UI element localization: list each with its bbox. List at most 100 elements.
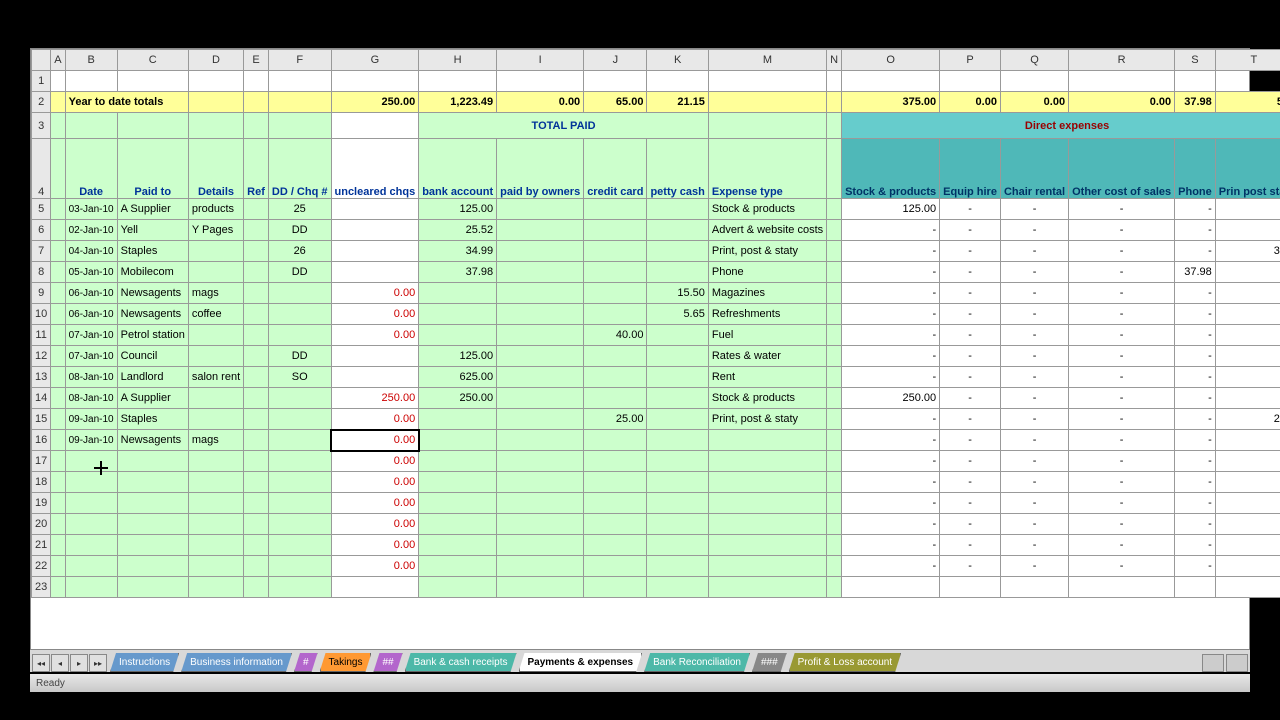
cell-r[interactable]: - (1069, 451, 1175, 472)
cell-bank[interactable] (419, 493, 497, 514)
colhdr[interactable]: C (117, 50, 188, 71)
colhdr[interactable]: K (647, 50, 708, 71)
cell-ref[interactable] (244, 220, 269, 241)
cell-paidto[interactable] (117, 577, 188, 598)
cell-ref[interactable] (244, 409, 269, 430)
cell-o[interactable]: - (842, 451, 940, 472)
rowhdr[interactable]: 1 (32, 71, 51, 92)
cell-owners[interactable] (497, 535, 584, 556)
cell-uncleared[interactable] (331, 220, 419, 241)
cell-dd[interactable]: SO (268, 367, 331, 388)
cell-s[interactable]: - (1175, 493, 1216, 514)
cell-r[interactable]: - (1069, 241, 1175, 262)
cell-paidto[interactable] (117, 472, 188, 493)
cell-owners[interactable] (497, 367, 584, 388)
cell-p[interactable]: - (940, 514, 1001, 535)
cell-details[interactable]: coffee (188, 304, 243, 325)
cell-owners[interactable] (497, 199, 584, 220)
rowhdr[interactable]: 6 (32, 220, 51, 241)
cell-cc[interactable]: 25.00 (584, 409, 647, 430)
cell-date[interactable]: 07-Jan-10 (65, 325, 117, 346)
cell-cc[interactable] (584, 220, 647, 241)
cell[interactable] (51, 451, 65, 472)
cell-p[interactable]: - (940, 325, 1001, 346)
cell-r[interactable]: - (1069, 325, 1175, 346)
cell-exptype[interactable]: Phone (708, 262, 826, 283)
cell-bank[interactable]: 250.00 (419, 388, 497, 409)
cell-petty[interactable] (647, 346, 708, 367)
cell-q[interactable]: - (1000, 367, 1068, 388)
cell-dd[interactable] (268, 493, 331, 514)
cell[interactable] (51, 430, 65, 451)
cell-p[interactable]: - (940, 409, 1001, 430)
cell-q[interactable]: - (1000, 430, 1068, 451)
cell[interactable] (51, 241, 65, 262)
cell-ref[interactable] (244, 325, 269, 346)
cell-details[interactable] (188, 241, 243, 262)
cell-owners[interactable] (497, 241, 584, 262)
cell-t[interactable] (1215, 577, 1280, 598)
cell-date[interactable]: 06-Jan-10 (65, 283, 117, 304)
cell-s[interactable]: - (1175, 220, 1216, 241)
cell-exptype[interactable]: Advert & website costs (708, 220, 826, 241)
cell-t[interactable]: - (1215, 325, 1280, 346)
cell-r[interactable]: - (1069, 472, 1175, 493)
cell-paidto[interactable] (117, 514, 188, 535)
cell-paidto[interactable]: Staples (117, 241, 188, 262)
cell-o[interactable]: - (842, 367, 940, 388)
cell-t[interactable]: - (1215, 430, 1280, 451)
cell[interactable] (827, 283, 842, 304)
cell[interactable] (51, 409, 65, 430)
cell[interactable] (827, 388, 842, 409)
cell-r[interactable]: - (1069, 514, 1175, 535)
cell-r[interactable]: - (1069, 556, 1175, 577)
cell-petty[interactable]: 5.65 (647, 304, 708, 325)
rowhdr[interactable]: 9 (32, 283, 51, 304)
cell-date[interactable]: 09-Jan-10 (65, 430, 117, 451)
cell-s[interactable]: - (1175, 346, 1216, 367)
colhdr[interactable]: G (331, 50, 419, 71)
cell-bank[interactable]: 125.00 (419, 199, 497, 220)
cell-q[interactable] (1000, 577, 1068, 598)
rowhdr[interactable]: 4 (32, 139, 51, 199)
cell-owners[interactable] (497, 577, 584, 598)
cell-s[interactable]: 37.98 (1175, 262, 1216, 283)
cell-paidto[interactable]: Landlord (117, 367, 188, 388)
cell-bank[interactable] (419, 514, 497, 535)
cell-details[interactable] (188, 346, 243, 367)
rowhdr[interactable]: 14 (32, 388, 51, 409)
cell-cc[interactable] (584, 493, 647, 514)
cell-cc[interactable]: 40.00 (584, 325, 647, 346)
cell-cc[interactable] (584, 304, 647, 325)
cell[interactable] (827, 304, 842, 325)
cell-p[interactable]: - (940, 346, 1001, 367)
cell-paidto[interactable]: Newsagents (117, 304, 188, 325)
cell-t[interactable]: - (1215, 346, 1280, 367)
corner-cell[interactable] (32, 50, 51, 71)
cell-dd[interactable] (268, 577, 331, 598)
cell-details[interactable] (188, 577, 243, 598)
cell-petty[interactable] (647, 241, 708, 262)
cell-exptype[interactable] (708, 493, 826, 514)
cell-t[interactable]: - (1215, 220, 1280, 241)
cell-owners[interactable] (497, 262, 584, 283)
cell-dd[interactable]: DD (268, 262, 331, 283)
cell-petty[interactable] (647, 220, 708, 241)
colhdr[interactable]: F (268, 50, 331, 71)
cell-uncleared[interactable]: 0.00 (331, 556, 419, 577)
cell-petty[interactable] (647, 262, 708, 283)
cell-uncleared[interactable]: 0.00 (331, 535, 419, 556)
cell-o[interactable]: - (842, 556, 940, 577)
cell-bank[interactable] (419, 325, 497, 346)
cell-date[interactable] (65, 472, 117, 493)
cell-uncleared[interactable]: 0.00 (331, 430, 419, 451)
cell-uncleared[interactable]: 0.00 (331, 409, 419, 430)
cell-t[interactable]: 25. (1215, 409, 1280, 430)
cell-paidto[interactable] (117, 556, 188, 577)
cell-details[interactable] (188, 514, 243, 535)
cell-owners[interactable] (497, 325, 584, 346)
cell-s[interactable]: - (1175, 283, 1216, 304)
cell-r[interactable]: - (1069, 262, 1175, 283)
cell-q[interactable]: - (1000, 409, 1068, 430)
colhdr[interactable]: R (1069, 50, 1175, 71)
